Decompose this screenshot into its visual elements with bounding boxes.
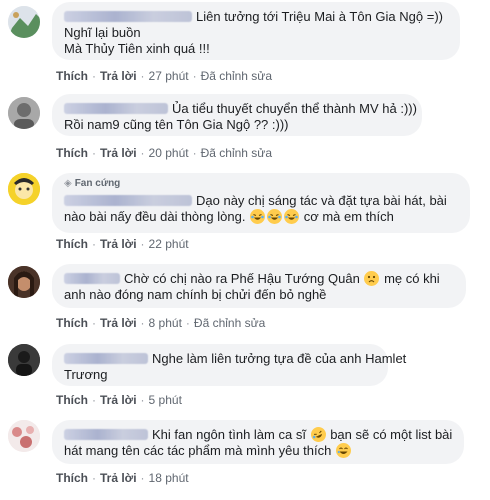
comment-bubble: Nghe làm liên tưởng tựa đề của anh Hamle… bbox=[52, 344, 406, 386]
reply-button[interactable]: Trả lời bbox=[100, 393, 137, 407]
rofl-emoji-icon bbox=[308, 424, 329, 445]
like-button[interactable]: Thích bbox=[56, 69, 88, 83]
comment-6: Khi fan ngôn tình làm ca sĩ bạn sẽ có mộ… bbox=[0, 418, 490, 500]
author-name[interactable] bbox=[64, 353, 148, 364]
grinning-emoji-icon bbox=[336, 443, 351, 458]
reply-button[interactable]: Trả lời bbox=[100, 69, 137, 83]
laughing-emoji-icon bbox=[250, 209, 266, 224]
timestamp[interactable]: 22 phút bbox=[149, 237, 189, 251]
author-name[interactable] bbox=[64, 11, 192, 22]
comment-actions: Thích · Trả lời · 5 phút bbox=[56, 393, 182, 407]
author-name[interactable] bbox=[64, 103, 168, 114]
comment-actions: Thích · Trả lời · 22 phút bbox=[56, 237, 189, 251]
comment-text: bạn sẽ có một list bài bbox=[330, 427, 453, 442]
comment-text: Khi fan ngôn tình làm ca sĩ bbox=[152, 427, 306, 442]
sad-emoji-icon bbox=[364, 271, 380, 286]
avatar[interactable] bbox=[8, 266, 40, 298]
timestamp[interactable]: 20 phút bbox=[149, 146, 189, 160]
edited-label[interactable]: Đã chỉnh sửa bbox=[201, 69, 272, 83]
avatar[interactable] bbox=[8, 97, 40, 129]
timestamp[interactable]: 8 phút bbox=[149, 316, 182, 330]
timestamp[interactable]: 5 phút bbox=[149, 393, 182, 407]
reply-button[interactable]: Trả lời bbox=[100, 146, 137, 160]
comment-text: Chờ có chị nào ra Phế Hậu Tướng Quân bbox=[124, 271, 360, 286]
like-button[interactable]: Thích bbox=[56, 237, 88, 251]
comment-text: hát mang tên các tác phẩm mà mình yêu th… bbox=[64, 443, 332, 458]
like-button[interactable]: Thích bbox=[56, 146, 88, 160]
comment-text: cơ mà em thích bbox=[303, 209, 394, 224]
avatar[interactable] bbox=[8, 420, 40, 452]
comment-text: Nghĩ lại buồn bbox=[64, 25, 141, 40]
comment-actions: Thích · Trả lời · 8 phút · Đã chỉnh sửa bbox=[56, 316, 266, 330]
comment-bubble: Ủa tiểu thuyết chuyển thể thành MV hả :)… bbox=[52, 94, 422, 136]
avatar[interactable] bbox=[8, 344, 40, 376]
author-name[interactable] bbox=[64, 429, 148, 440]
comment-text: Dạo này chị sáng tác và đặt tựa bài hát,… bbox=[196, 193, 447, 208]
comment-text: anh nào đóng nam chính bị chửi đến bỏ ng… bbox=[64, 287, 327, 302]
laughing-emoji-icon bbox=[267, 209, 283, 224]
top-fan-badge: ◈ Fan cứng bbox=[64, 178, 121, 189]
comment-actions: Thích · Trả lời · 20 phút · Đã chỉnh sửa bbox=[56, 146, 272, 160]
comment-actions: Thích · Trả lời · 18 phút bbox=[56, 471, 189, 485]
comment-5: Nghe làm liên tưởng tựa đề của anh Hamle… bbox=[0, 340, 490, 418]
author-name[interactable] bbox=[64, 273, 120, 284]
comment-text: mẹ có khi bbox=[384, 271, 440, 286]
edited-label[interactable]: Đã chỉnh sửa bbox=[201, 146, 272, 160]
like-button[interactable]: Thích bbox=[56, 316, 88, 330]
comment-text: Nghe làm liên tưởng tựa đề của anh Hamle… bbox=[152, 351, 407, 366]
comment-text: Liên tưởng tới Triệu Mai à Tôn Gia Ngộ =… bbox=[196, 9, 443, 24]
comment-bubble: Liên tưởng tới Triệu Mai à Tôn Gia Ngộ =… bbox=[52, 2, 460, 60]
comment-4: Chờ có chị nào ra Phế Hậu Tướng Quân mẹ … bbox=[0, 260, 490, 340]
reply-button[interactable]: Trả lời bbox=[100, 471, 137, 485]
laughing-emoji-icon bbox=[284, 209, 300, 224]
comment-text: Trương bbox=[64, 367, 108, 382]
like-button[interactable]: Thích bbox=[56, 471, 88, 485]
comment-text: nào bài nấy đều dài thòng lòng. bbox=[64, 209, 246, 224]
comment-text: Mà Thủy Tiên xinh quá !!! bbox=[64, 41, 210, 56]
author-name[interactable] bbox=[64, 195, 192, 206]
avatar[interactable] bbox=[8, 6, 40, 38]
comment-bubble: Chờ có chị nào ra Phế Hậu Tướng Quân mẹ … bbox=[52, 264, 466, 308]
comment-1: Liên tưởng tới Triệu Mai à Tôn Gia Ngộ =… bbox=[0, 0, 490, 92]
timestamp[interactable]: 27 phút bbox=[149, 69, 189, 83]
comment-text: Ủa tiểu thuyết chuyển thể thành MV hả :)… bbox=[172, 101, 417, 116]
comment-text: Rồi nam9 cũng tên Tôn Gia Ngộ ?? :))) bbox=[64, 117, 289, 132]
like-button[interactable]: Thích bbox=[56, 393, 88, 407]
comment-3: ◈ Fan cứng Dạo này chị sáng tác và đặt tự… bbox=[0, 170, 490, 260]
reply-button[interactable]: Trả lời bbox=[100, 316, 137, 330]
reply-button[interactable]: Trả lời bbox=[100, 237, 137, 251]
diamond-icon: ◈ bbox=[64, 178, 72, 189]
avatar[interactable] bbox=[8, 173, 40, 205]
comment-2: Ủa tiểu thuyết chuyển thể thành MV hả :)… bbox=[0, 92, 490, 170]
comment-bubble: Khi fan ngôn tình làm ca sĩ bạn sẽ có mộ… bbox=[52, 420, 464, 464]
edited-label[interactable]: Đã chỉnh sửa bbox=[194, 316, 265, 330]
comment-bubble: ◈ Fan cứng Dạo này chị sáng tác và đặt tự… bbox=[52, 173, 470, 233]
comment-actions: Thích · Trả lời · 27 phút · Đã chỉnh sửa bbox=[56, 69, 272, 83]
timestamp[interactable]: 18 phút bbox=[149, 471, 189, 485]
